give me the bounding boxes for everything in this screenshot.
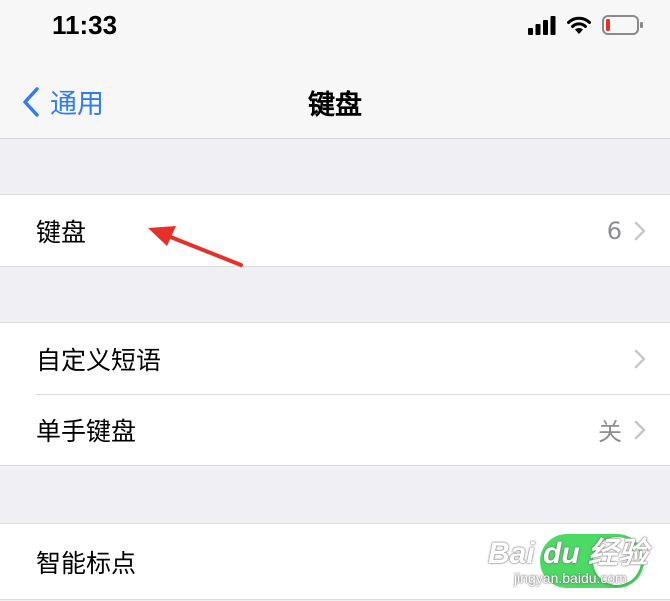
smart-punctuation-label: 智能标点 [36, 548, 137, 578]
keyboards-count: 6 [606, 216, 622, 245]
status-time: 11:33 [52, 10, 118, 40]
keyboards-group: 键盘 6 [0, 194, 670, 267]
status-icons [528, 14, 644, 36]
keyboards-label: 键盘 [36, 217, 87, 247]
one-handed-keyboard-value: 关 [598, 418, 622, 446]
cellular-signal-icon [528, 16, 556, 35]
wifi-icon [567, 16, 591, 34]
text-replacement-label: 自定义短语 [36, 345, 162, 375]
status-bar: 11:33 [0, 0, 670, 62]
chevron-right-icon [634, 349, 646, 368]
battery-low-icon [602, 15, 643, 35]
phrases-group: 自定义短语 单手键盘 关 [0, 322, 670, 466]
baidu-watermark: Bai du 经验 jingyan.baidu.com [488, 528, 648, 586]
navigation-bar: 通用 键盘 [0, 62, 670, 139]
chevron-right-icon [634, 420, 646, 439]
page-title: 键盘 [308, 90, 362, 121]
chevron-right-icon [634, 221, 646, 240]
watermark-url: jingyan.baidu.com [514, 570, 627, 586]
watermark-brand: Bai du 经验 [488, 537, 649, 570]
keyboards-row[interactable]: 键盘 6 [0, 195, 670, 266]
one-handed-keyboard-label: 单手键盘 [36, 416, 137, 446]
text-replacement-row[interactable]: 自定义短语 [0, 323, 670, 394]
one-handed-keyboard-row[interactable]: 单手键盘 关 [0, 394, 670, 465]
